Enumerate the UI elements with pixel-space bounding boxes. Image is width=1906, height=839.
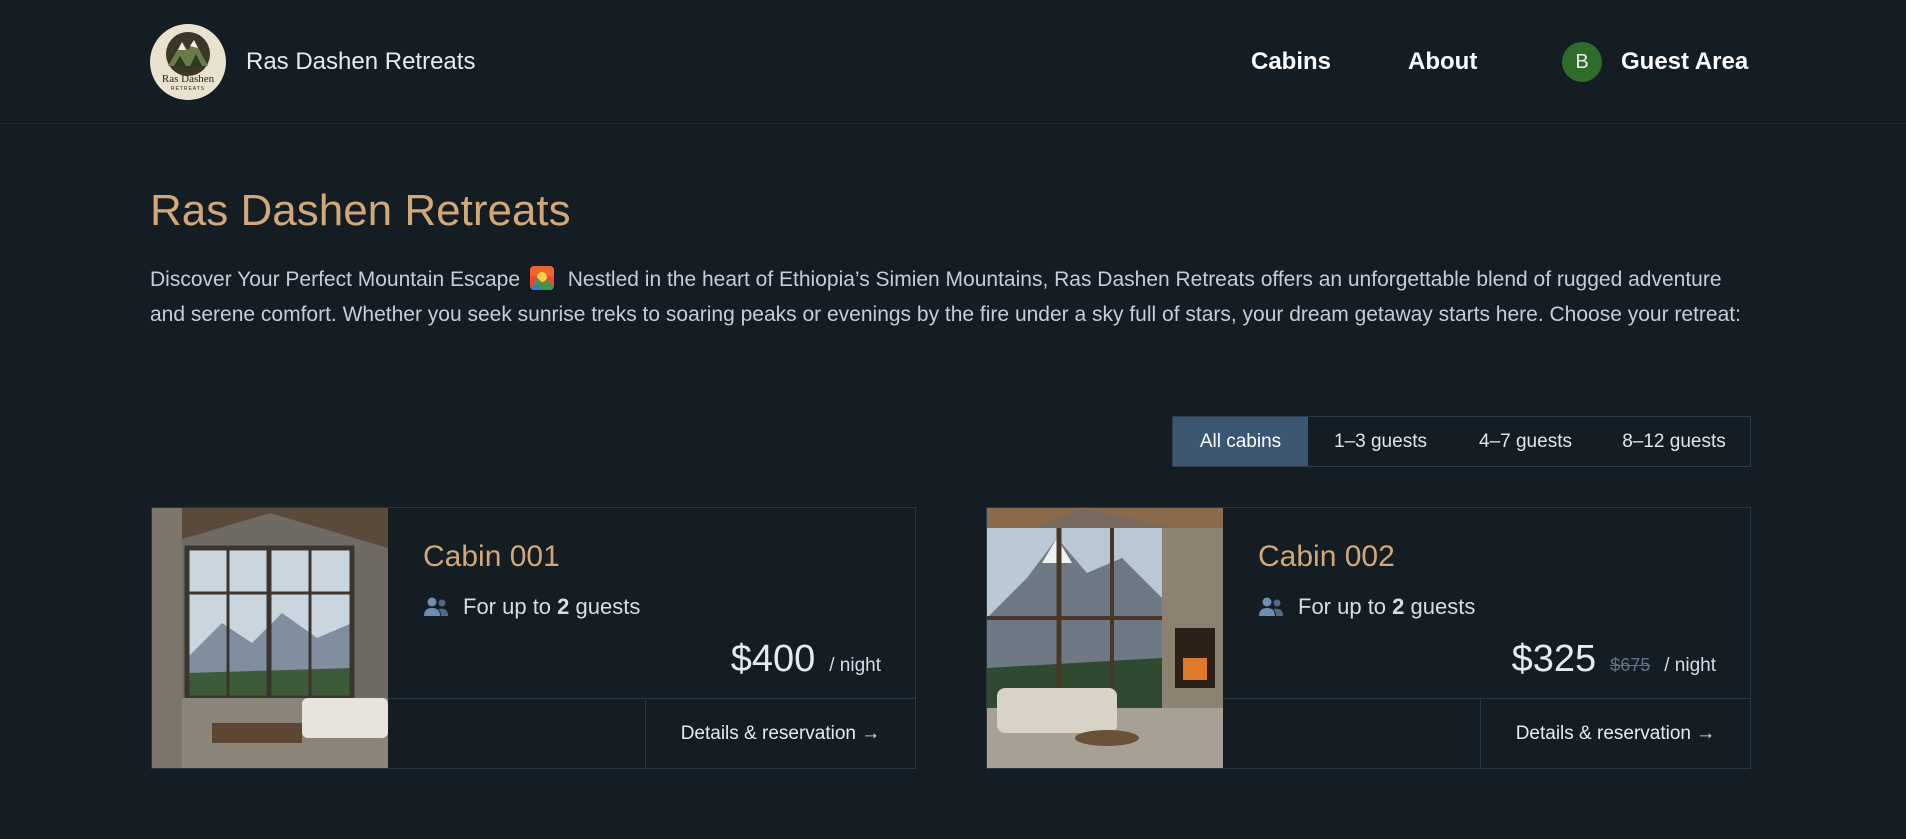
filter-1-3-guests[interactable]: 1–3 guests	[1308, 417, 1453, 466]
cabin-name[interactable]: Cabin 002	[1258, 540, 1395, 574]
nav-about[interactable]: About	[1408, 48, 1477, 76]
filter-all-cabins[interactable]: All cabins	[1173, 417, 1308, 466]
cabin-name[interactable]: Cabin 001	[423, 540, 560, 574]
cabin-card: Cabin 002 For up to 2 guests $325 $675 /…	[986, 507, 1751, 769]
users-icon	[1259, 597, 1283, 616]
cabin-card: Cabin 001 For up to 2 guests $400 / nigh…	[151, 507, 916, 769]
details-reservation-button[interactable]: Details & reservation →	[1480, 699, 1750, 769]
price-current: $325	[1511, 638, 1597, 680]
brand-logo[interactable]: Ras Dashen RETREATS	[150, 24, 226, 100]
users-icon	[424, 597, 448, 616]
filter-8-12-guests[interactable]: 8–12 guests	[1598, 417, 1750, 466]
cabin-photo	[987, 508, 1223, 768]
cabin-capacity: For up to 2 guests	[423, 594, 640, 620]
brand-name[interactable]: Ras Dashen Retreats	[246, 48, 475, 76]
user-avatar[interactable]: B	[1562, 42, 1602, 82]
price-original: $675	[1610, 655, 1651, 675]
details-reservation-button[interactable]: Details & reservation →	[645, 699, 915, 769]
cabin-capacity: For up to 2 guests	[1258, 594, 1475, 620]
capacity-suffix: guests	[1404, 594, 1476, 619]
card-footer: Details & reservation →	[388, 698, 915, 769]
price-unit: / night	[1664, 655, 1716, 676]
cabin-price: $325 $675 / night	[1512, 638, 1716, 681]
cabin-photo	[152, 508, 388, 768]
guest-filter: All cabins 1–3 guests 4–7 guests 8–12 gu…	[1172, 416, 1751, 467]
logo-text: Ras Dashen	[161, 73, 215, 85]
card-footer: Details & reservation →	[1223, 698, 1750, 769]
page-title: Ras Dashen Retreats	[150, 186, 571, 235]
sunrise-mountain-icon	[529, 266, 554, 290]
nav-cabins[interactable]: Cabins	[1251, 48, 1331, 76]
cabin-price: $400 / night	[731, 638, 881, 681]
capacity-count: 2	[557, 594, 570, 619]
filter-4-7-guests[interactable]: 4–7 guests	[1453, 417, 1598, 466]
intro-paragraph: Discover Your Perfect Mountain Escape Ne…	[150, 262, 1750, 332]
price-current: $400	[730, 638, 816, 680]
intro-headline: Discover Your Perfect Mountain Escape	[150, 268, 521, 291]
capacity-suffix: guests	[569, 594, 641, 619]
site-header: Ras Dashen RETREATS Ras Dashen Retreats …	[0, 0, 1906, 124]
logo-subtext: RETREATS	[170, 86, 206, 92]
price-unit: / night	[829, 655, 881, 676]
nav-guest-area[interactable]: Guest Area	[1621, 48, 1748, 76]
capacity-prefix: For up to	[1298, 594, 1393, 619]
capacity-prefix: For up to	[463, 594, 558, 619]
capacity-count: 2	[1392, 594, 1405, 619]
